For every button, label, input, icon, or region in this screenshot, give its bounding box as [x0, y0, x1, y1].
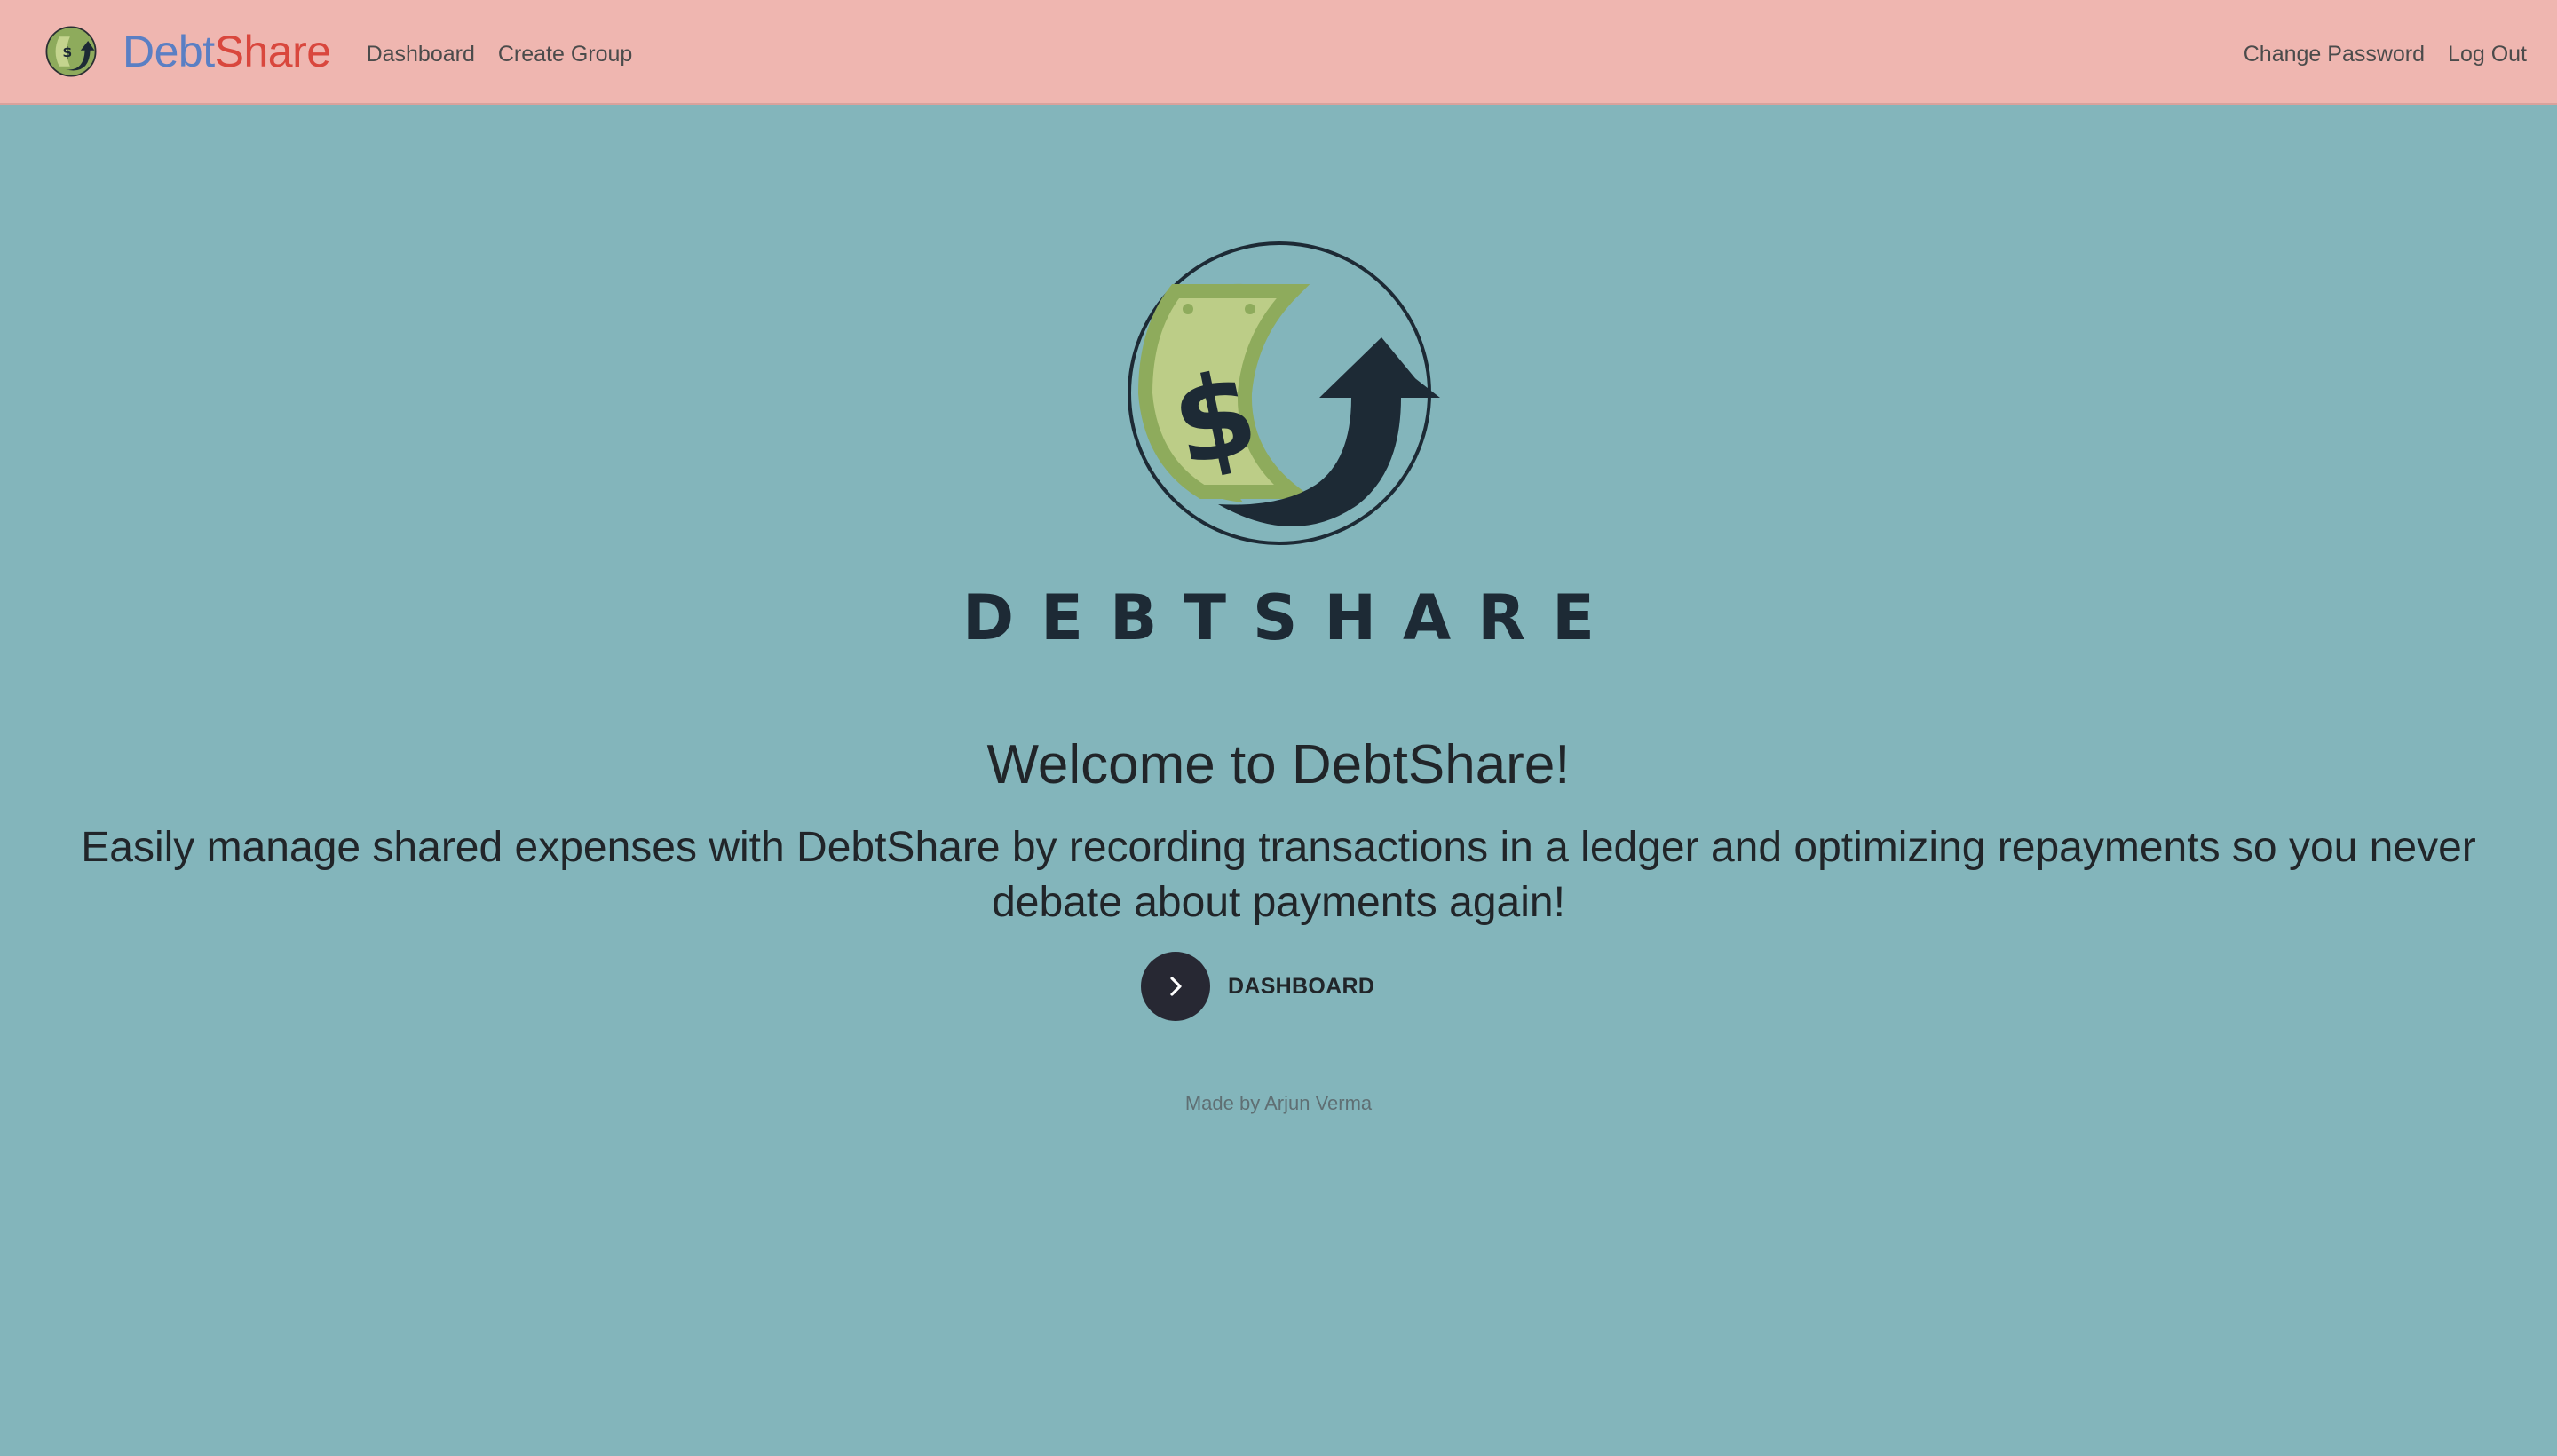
svg-text:$: $ — [62, 44, 72, 60]
brand-debt-text: Debt — [123, 27, 215, 76]
tagline-text: Easily manage shared expenses with DebtS… — [81, 824, 2476, 926]
brand-share-text: Share — [214, 27, 331, 76]
nav-dashboard-link[interactable]: Dashboard — [367, 36, 475, 67]
nav-links-left: Dashboard Create Group — [367, 36, 656, 67]
dashboard-cta-button[interactable]: DASHBOARD — [1141, 952, 1374, 1021]
nav-log-out-link[interactable]: Log Out — [2448, 36, 2527, 67]
nav-create-group-link[interactable]: Create Group — [498, 36, 632, 67]
navbar: $ DebtShare Dashboard Create Group Chang… — [0, 0, 2557, 105]
nav-change-password-link[interactable]: Change Password — [2244, 36, 2425, 67]
chevron-right-icon — [1170, 977, 1182, 996]
debtshare-logo-icon: $ — [45, 26, 97, 77]
brand-name: DebtShare — [123, 29, 331, 74]
hero-wordmark: DEBTSHARE — [962, 582, 1621, 654]
welcome-heading: Welcome to DebtShare! — [986, 734, 1571, 795]
dashboard-cta-label[interactable]: DASHBOARD — [1228, 974, 1374, 1000]
debtshare-money-arrow-logo: $ — [1128, 241, 1440, 545]
cta-circle[interactable] — [1141, 952, 1210, 1021]
footer-credit: Made by Arjun Verma — [1184, 1092, 1373, 1114]
nav-links-right: Change Password Log Out — [2221, 36, 2527, 67]
brand-link[interactable]: $ DebtShare — [44, 25, 331, 78]
